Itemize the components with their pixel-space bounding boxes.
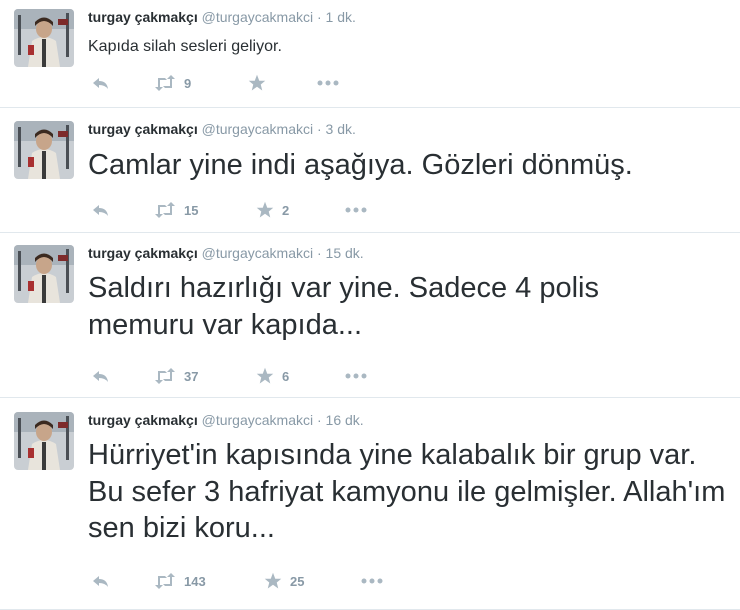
retweet-icon xyxy=(155,368,175,384)
retweet-button[interactable]: 143 xyxy=(154,571,206,591)
star-icon xyxy=(248,74,266,91)
tweet-actions: 37 6 xyxy=(92,366,392,386)
retweet-icon xyxy=(155,573,175,589)
reply-icon xyxy=(93,78,108,89)
reply-icon xyxy=(93,205,108,216)
retweet-count: 37 xyxy=(184,368,199,384)
reply-button[interactable] xyxy=(92,366,110,386)
favorite-count: 6 xyxy=(282,368,290,384)
retweet-count: 9 xyxy=(184,75,192,91)
tweet-header: turgay çakmakçı @turgaycakmakci · 1 dk. xyxy=(88,9,356,25)
favorite-button[interactable] xyxy=(248,73,274,93)
favorite-button[interactable]: 2 xyxy=(256,200,289,220)
tweet-actions: 15 2 xyxy=(92,200,392,220)
tweet-header: turgay çakmakçı @turgaycakmakci · 3 dk. xyxy=(88,121,356,137)
avatar[interactable] xyxy=(14,121,74,179)
tweet-text: Kapıda silah sesleri geliyor. xyxy=(88,38,282,55)
user-name[interactable]: turgay çakmakçı xyxy=(88,9,198,25)
retweet-button[interactable]: 9 xyxy=(154,73,191,93)
avatar[interactable] xyxy=(14,412,74,470)
separator: · xyxy=(316,245,322,261)
retweet-button[interactable]: 15 xyxy=(154,200,198,220)
tweet: turgay çakmakçı @turgaycakmakci · 15 dk.… xyxy=(0,233,740,398)
more-icon xyxy=(345,373,367,379)
star-icon xyxy=(256,201,274,218)
favorite-button[interactable]: 6 xyxy=(256,366,289,386)
tweet-text: Camlar yine indi aşağıya. Gözleri dönmüş… xyxy=(88,149,633,181)
tweet: turgay çakmakçı @turgaycakmakci · 3 dk. … xyxy=(0,108,740,233)
tweet-text: Hürriyet'in kapısında yine kalabalık bir… xyxy=(88,439,726,545)
tweet-actions: 143 25 xyxy=(92,571,392,591)
timestamp[interactable]: 1 dk. xyxy=(326,9,356,25)
reply-icon xyxy=(93,371,108,382)
more-button[interactable] xyxy=(344,200,368,220)
tweet-header: turgay çakmakçı @turgaycakmakci · 16 dk. xyxy=(88,412,364,428)
user-name[interactable]: turgay çakmakçı xyxy=(88,121,198,137)
tweet-header: turgay çakmakçı @turgaycakmakci · 15 dk. xyxy=(88,245,364,261)
timestamp[interactable]: 3 dk. xyxy=(326,121,356,137)
reply-icon xyxy=(93,576,108,587)
favorite-count: 2 xyxy=(282,202,290,218)
reply-button[interactable] xyxy=(92,200,110,220)
avatar[interactable] xyxy=(14,9,74,67)
more-icon xyxy=(361,578,383,584)
user-name[interactable]: turgay çakmakçı xyxy=(88,412,198,428)
user-handle[interactable]: @turgaycakmakci xyxy=(202,412,313,428)
more-button[interactable] xyxy=(316,73,340,93)
retweet-button[interactable]: 37 xyxy=(154,366,198,386)
user-handle[interactable]: @turgaycakmakci xyxy=(202,245,313,261)
tweet: turgay çakmakçı @turgaycakmakci · 1 dk. … xyxy=(0,0,740,108)
more-icon xyxy=(317,80,339,86)
timestamp[interactable]: 15 dk. xyxy=(326,245,364,261)
reply-button[interactable] xyxy=(92,73,110,93)
separator: · xyxy=(316,9,322,25)
retweet-count: 15 xyxy=(184,202,199,218)
favorite-count: 25 xyxy=(290,573,305,589)
tweet-text: Saldırı hazırlığı var yine. Sadece 4 pol… xyxy=(88,272,599,341)
more-button[interactable] xyxy=(360,571,384,591)
reply-button[interactable] xyxy=(92,571,110,591)
tweet: turgay çakmakçı @turgaycakmakci · 16 dk.… xyxy=(0,398,740,610)
tweet-actions: 9 xyxy=(92,73,392,93)
user-handle[interactable]: @turgaycakmakci xyxy=(202,121,313,137)
retweet-icon xyxy=(155,75,175,91)
star-icon xyxy=(256,367,274,384)
user-name[interactable]: turgay çakmakçı xyxy=(88,245,198,261)
more-icon xyxy=(345,207,367,213)
separator: · xyxy=(316,412,322,428)
more-button[interactable] xyxy=(344,366,368,386)
user-handle[interactable]: @turgaycakmakci xyxy=(202,9,313,25)
avatar[interactable] xyxy=(14,245,74,303)
retweet-count: 143 xyxy=(184,573,206,589)
retweet-icon xyxy=(155,202,175,218)
favorite-button[interactable]: 25 xyxy=(264,571,304,591)
star-icon xyxy=(264,572,282,589)
separator: · xyxy=(316,121,322,137)
timestamp[interactable]: 16 dk. xyxy=(326,412,364,428)
